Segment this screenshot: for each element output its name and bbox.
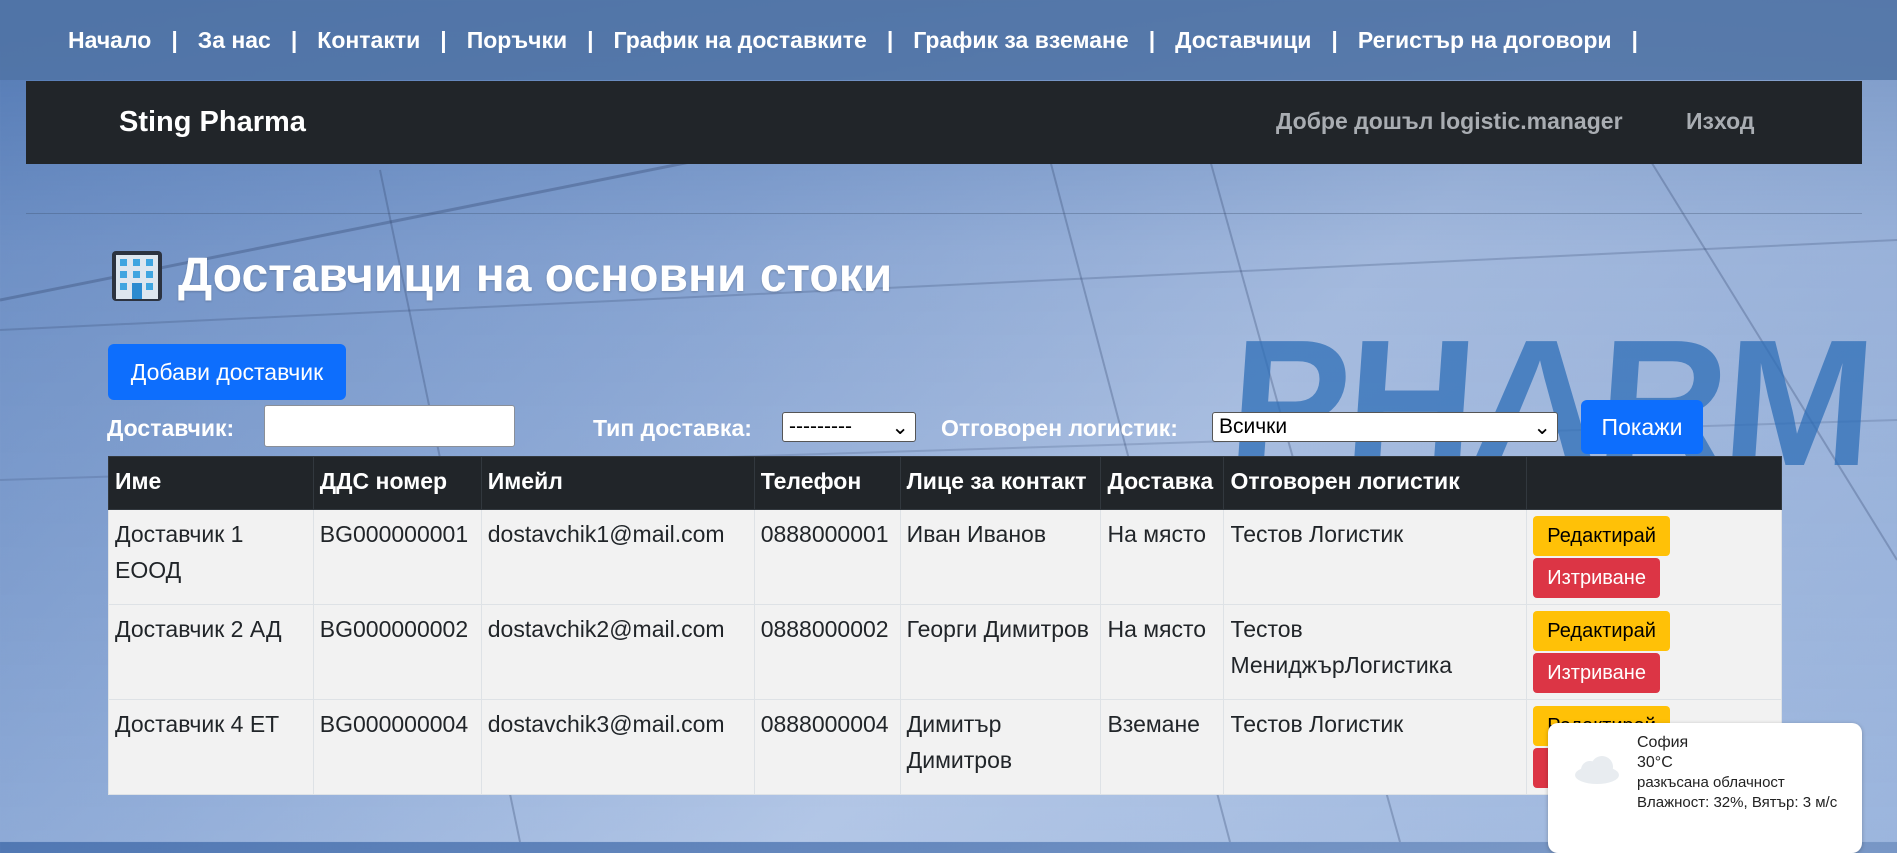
column-header-contact: Лице за контакт bbox=[899, 456, 1102, 510]
weather-city: София bbox=[1637, 734, 1689, 751]
header-bar: Sting Pharma Добре дошъл logistic.manage… bbox=[26, 81, 1862, 164]
weather-condition: разкъсана облачност bbox=[1637, 774, 1785, 791]
weather-temp: 30°C bbox=[1637, 754, 1673, 771]
nav-separator: | bbox=[440, 26, 447, 53]
nav-separator: | bbox=[171, 26, 178, 53]
brand-logo[interactable]: Sting Pharma bbox=[119, 106, 306, 139]
cell-phone: 0888000001 bbox=[753, 509, 901, 605]
top-navigation: Начало | За нас | Контакти | Поръчки | Г… bbox=[0, 0, 1897, 80]
table-row: Доставчик 4 ЕТ BG000000004 dostavchik3@m… bbox=[108, 699, 1782, 795]
cell-vat: BG000000004 bbox=[312, 699, 482, 795]
supplier-filter-label: Доставчик: bbox=[107, 415, 235, 441]
suppliers-table: Име ДДС номер Имейл Телефон Лице за конт… bbox=[108, 456, 1782, 795]
logout-link[interactable]: Изход bbox=[1686, 108, 1755, 135]
nav-home[interactable]: Начало bbox=[68, 27, 151, 54]
nav-separator: | bbox=[290, 26, 298, 53]
nav-separator: | bbox=[1331, 26, 1338, 53]
cell-email: dostavchik1@mail.com bbox=[480, 509, 755, 605]
cell-delivery: На място bbox=[1100, 509, 1225, 605]
nav-about[interactable]: За нас bbox=[198, 27, 271, 54]
column-header-logistician: Отговорен логистик bbox=[1223, 456, 1528, 510]
cell-logistician: Тестов Логистик bbox=[1223, 509, 1528, 605]
column-header-actions bbox=[1526, 456, 1782, 510]
column-header-vat: ДДС номер bbox=[312, 456, 482, 510]
nav-contacts[interactable]: Контакти bbox=[317, 27, 420, 54]
delete-button[interactable]: Изтриване bbox=[1533, 558, 1660, 598]
cell-actions: Редактирай Изтриване bbox=[1526, 604, 1782, 700]
chevron-down-icon: ⌄ bbox=[891, 415, 909, 439]
table-header-row: Име ДДС номер Имейл Телефон Лице за конт… bbox=[108, 456, 1782, 510]
cell-vat: BG000000002 bbox=[312, 604, 482, 700]
add-supplier-button[interactable]: Добави доставчик bbox=[108, 344, 346, 400]
cell-email: dostavchik3@mail.com bbox=[480, 699, 755, 795]
page-title-text: Доставчици на основни стоки bbox=[178, 249, 893, 302]
table-row: Доставчик 1 ЕООД BG000000001 dostavchik1… bbox=[108, 509, 1782, 605]
cell-contact: Димитър Димитров bbox=[899, 699, 1102, 795]
nav-orders[interactable]: Поръчки bbox=[467, 27, 567, 54]
cell-actions: Редактирай Изтриване bbox=[1526, 509, 1782, 605]
column-header-phone: Телефон bbox=[753, 456, 901, 510]
logistician-select[interactable]: Всички ⌄ bbox=[1212, 412, 1558, 442]
cell-contact: Иван Иванов bbox=[899, 509, 1102, 605]
cell-name: Доставчик 2 АД bbox=[108, 604, 314, 700]
column-header-name: Име bbox=[108, 456, 314, 510]
cell-phone: 0888000004 bbox=[753, 699, 901, 795]
delivery-type-select[interactable]: --------- ⌄ bbox=[782, 412, 916, 442]
delivery-type-label: Тип доставка: bbox=[593, 415, 752, 441]
welcome-text[interactable]: Добре дошъл logistic.manager bbox=[1276, 108, 1623, 135]
cell-logistician: Тестов МениджърЛогистика bbox=[1223, 604, 1528, 700]
filter-bar: Доставчик: Тип доставка: --------- ⌄ Отг… bbox=[107, 400, 1807, 454]
cell-phone: 0888000002 bbox=[753, 604, 901, 700]
cell-vat: BG000000001 bbox=[312, 509, 482, 605]
cell-name: Доставчик 4 ЕТ bbox=[108, 699, 314, 795]
cell-contact: Георги Димитров bbox=[899, 604, 1102, 700]
edit-button[interactable]: Редактирай bbox=[1533, 611, 1670, 651]
nav-separator: | bbox=[886, 26, 894, 53]
cell-name: Доставчик 1 ЕООД bbox=[108, 509, 314, 605]
nav-pickup-schedule[interactable]: График за вземане bbox=[913, 27, 1128, 54]
cell-logistician: Тестов Логистик bbox=[1223, 699, 1528, 795]
logistician-value: Всички bbox=[1219, 415, 1288, 438]
show-button[interactable]: Покажи bbox=[1581, 400, 1703, 454]
edit-button[interactable]: Редактирай bbox=[1533, 516, 1670, 556]
cell-delivery: Вземане bbox=[1100, 699, 1225, 795]
page-title: Доставчици на основни стоки bbox=[110, 248, 892, 303]
weather-widget[interactable]: София 30°C разкъсана облачност Влажност:… bbox=[1548, 723, 1862, 853]
nav-delivery-schedule[interactable]: График на доставките bbox=[614, 27, 867, 54]
divider bbox=[26, 213, 1862, 214]
nav-separator: | bbox=[1631, 26, 1638, 53]
table-row: Доставчик 2 АД BG000000002 dostavchik2@m… bbox=[108, 604, 1782, 700]
cell-delivery: На място bbox=[1100, 604, 1225, 700]
delivery-type-value: --------- bbox=[789, 415, 852, 438]
column-header-email: Имейл bbox=[480, 456, 755, 510]
chevron-down-icon: ⌄ bbox=[1533, 415, 1551, 439]
cell-email: dostavchik2@mail.com bbox=[480, 604, 755, 700]
logistician-filter-label: Отговорен логистик: bbox=[941, 415, 1178, 441]
weather-details: Влажност: 32%, Вятър: 3 м/с bbox=[1637, 794, 1838, 811]
office-building-icon bbox=[112, 250, 162, 301]
nav-separator: | bbox=[1148, 26, 1156, 53]
column-header-delivery: Доставка bbox=[1100, 456, 1225, 510]
supplier-filter-input[interactable] bbox=[264, 405, 515, 447]
nav-contracts-register[interactable]: Регистър на договори bbox=[1358, 27, 1612, 54]
delete-button[interactable]: Изтриване bbox=[1533, 653, 1660, 693]
cloud-icon bbox=[1575, 756, 1619, 784]
nav-separator: | bbox=[587, 26, 594, 53]
nav-suppliers[interactable]: Доставчици bbox=[1175, 27, 1311, 54]
